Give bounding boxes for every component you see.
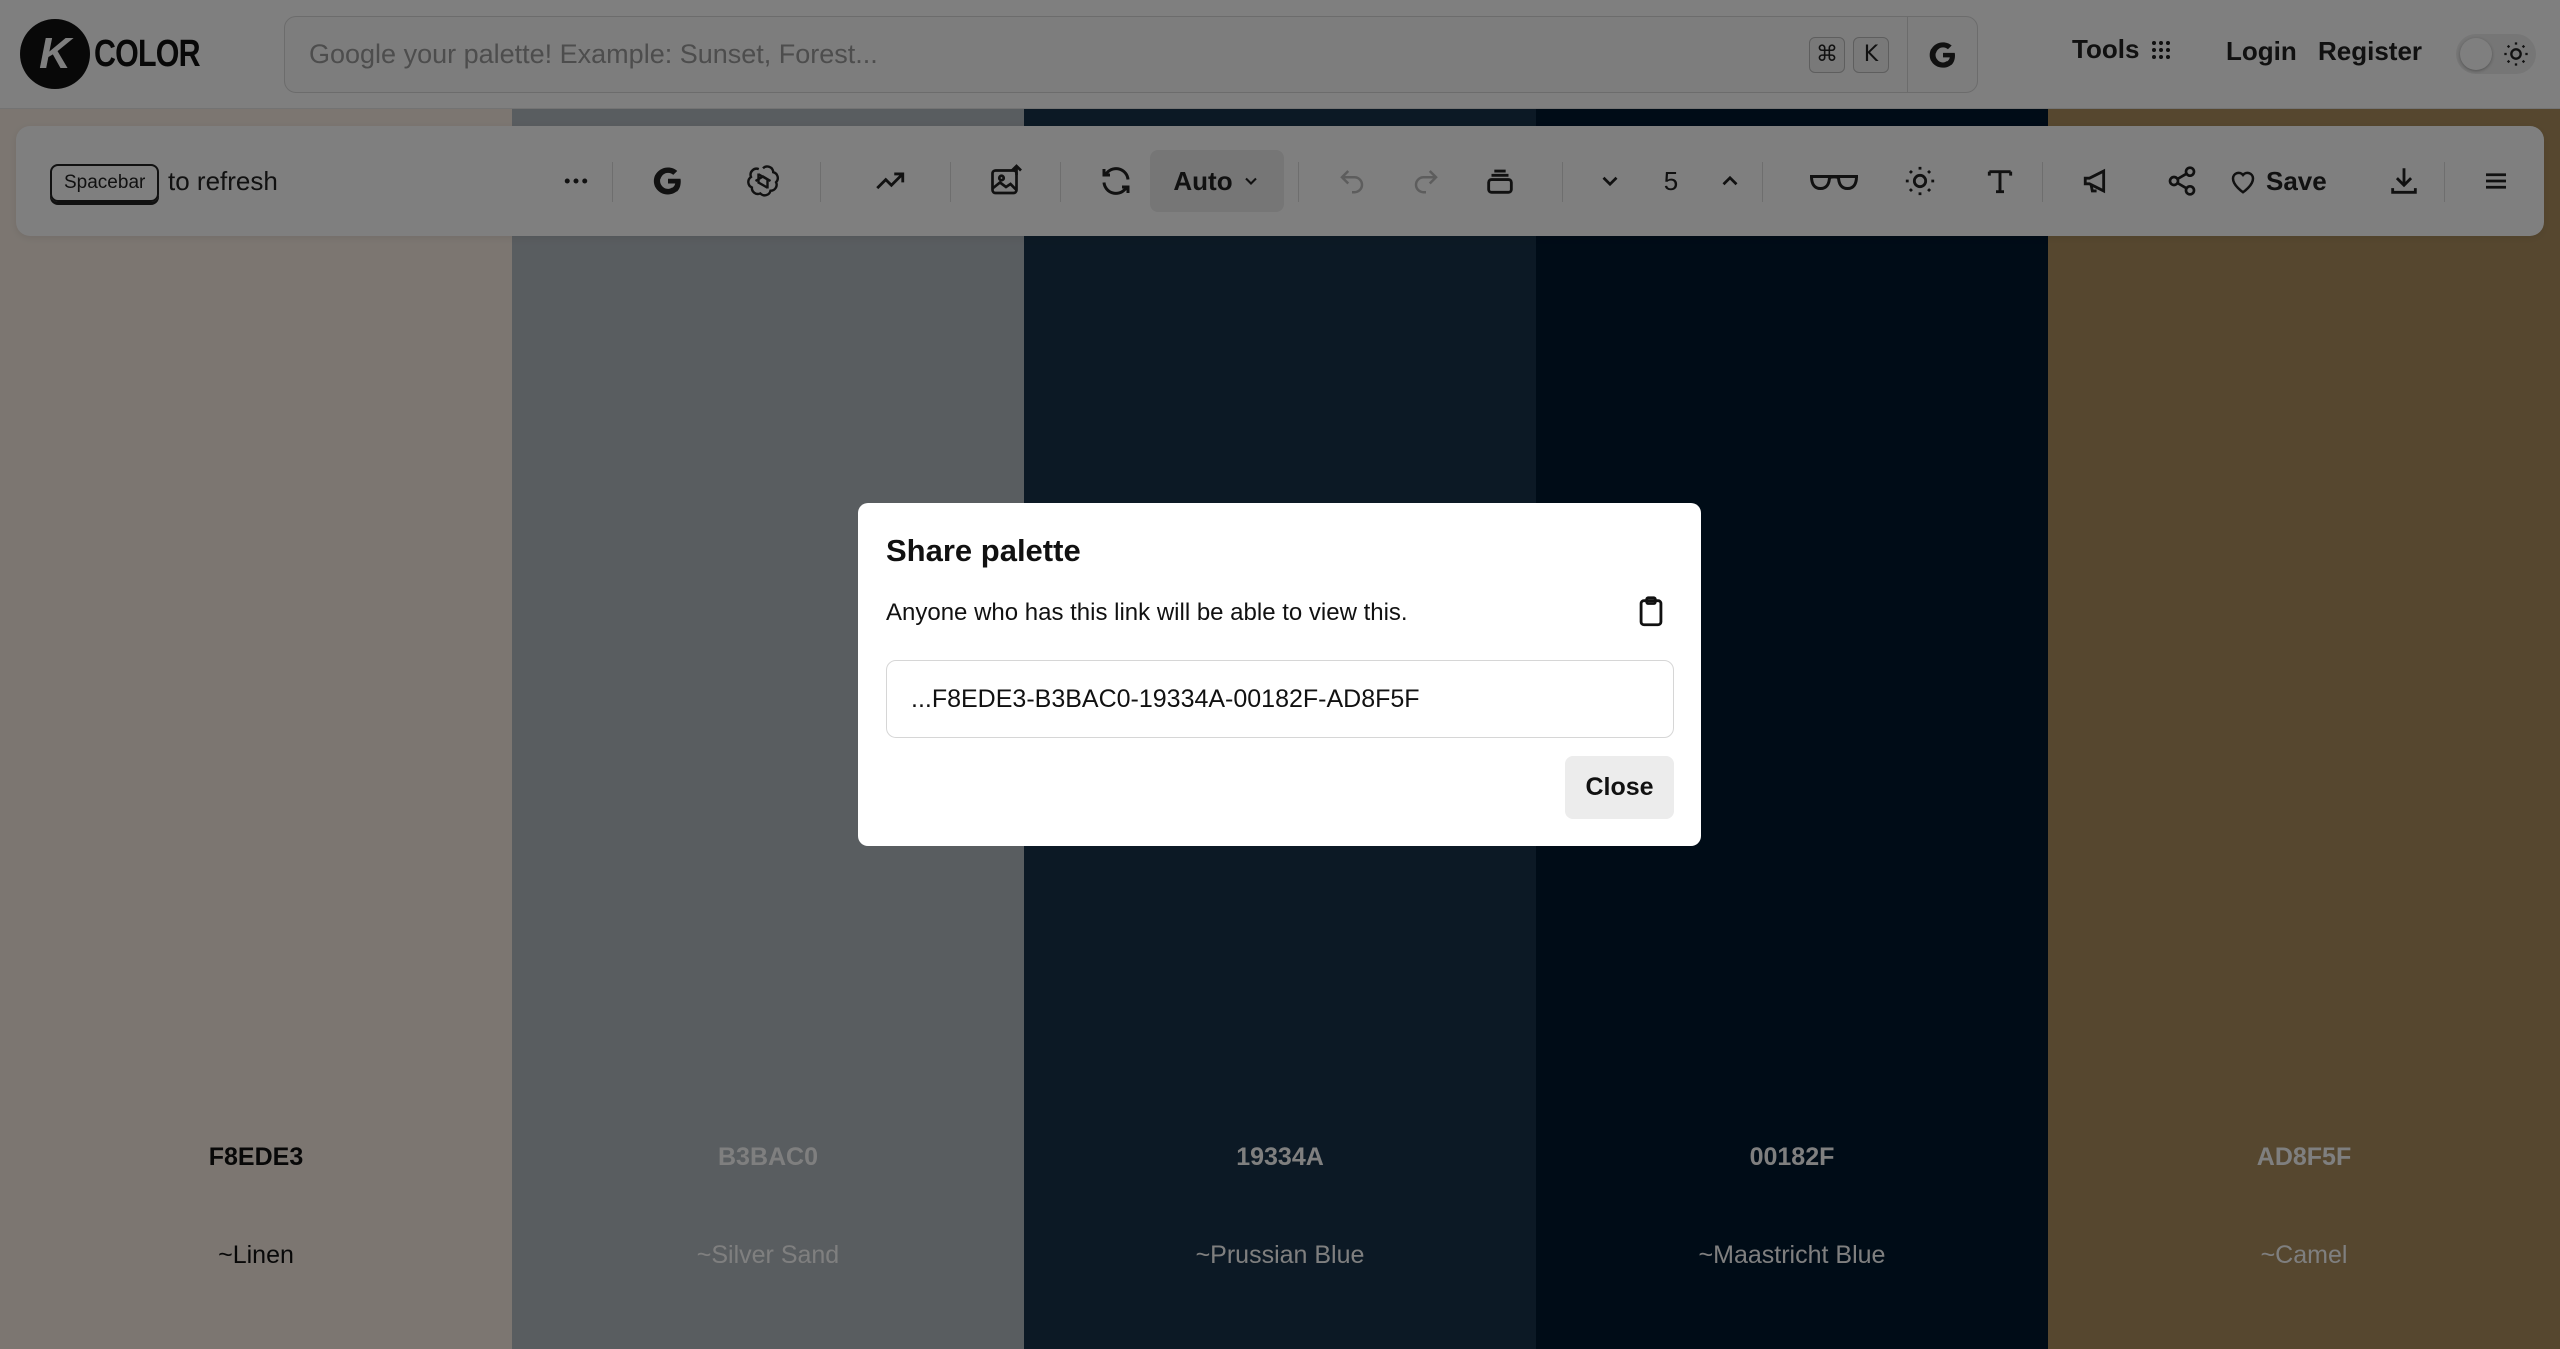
clipboard-icon [1639, 596, 1663, 627]
close-button[interactable]: Close [1565, 756, 1674, 819]
dialog-title: Share palette [886, 533, 1081, 568]
copy-link-button[interactable] [1634, 595, 1668, 634]
dialog-description: Anyone who has this link will be able to… [886, 599, 1408, 626]
share-palette-dialog: Share palette Anyone who has this link w… [858, 503, 1701, 846]
share-link-field[interactable]: ...F8EDE3-B3BAC0-19334A-00182F-AD8F5F [886, 660, 1674, 738]
